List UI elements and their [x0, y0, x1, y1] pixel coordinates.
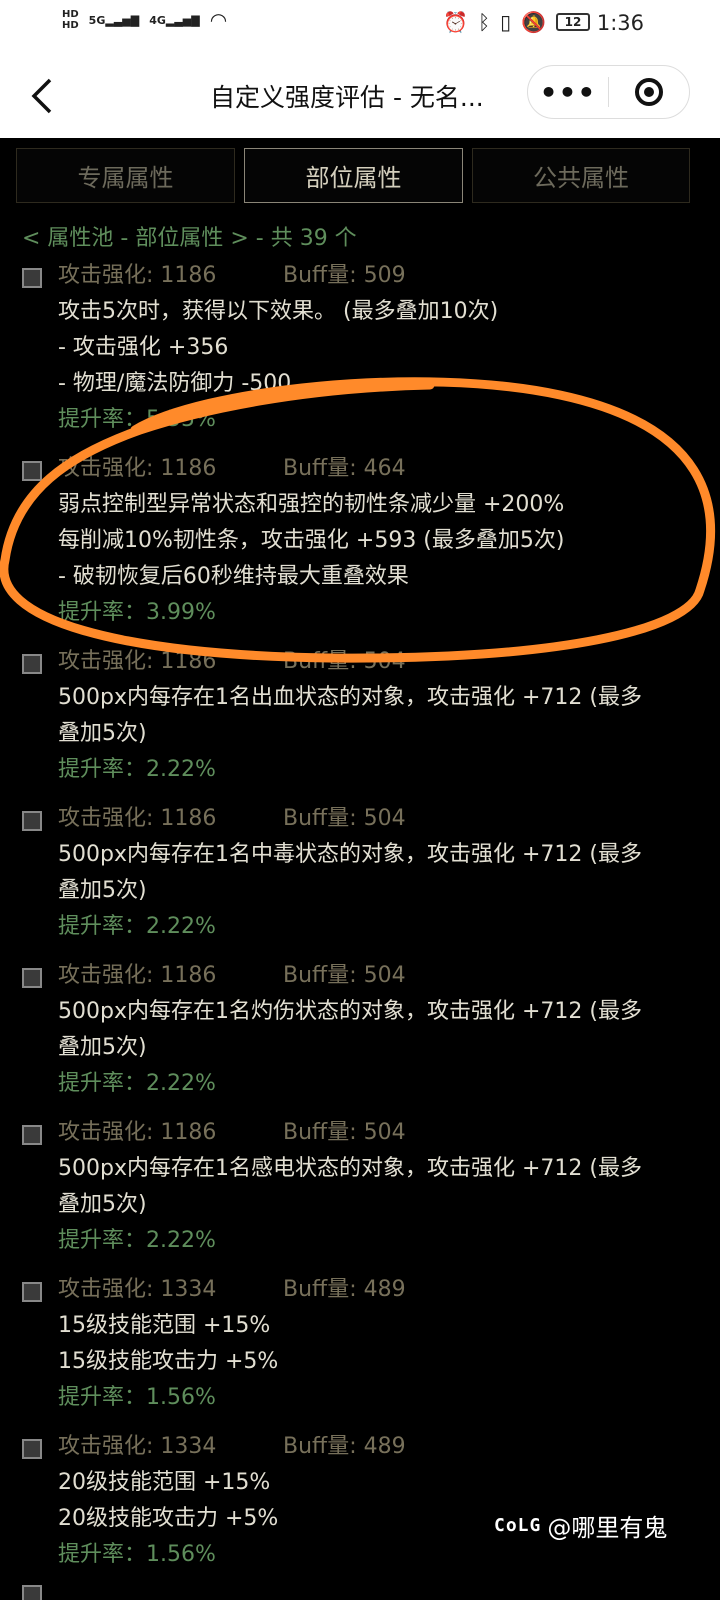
- next-item-checkbox[interactable]: [22, 1585, 42, 1600]
- network-indicators: HD HD 5G▂▃▅▇ 4G▂▃▅▇ ◠: [62, 8, 227, 32]
- page-title: 自定义强度评估 - 无名...: [210, 83, 484, 112]
- improvement-rate: 提升率：1.56%: [58, 1385, 216, 1410]
- effect-line: 20级技能范围 +15%: [58, 1470, 271, 1495]
- improvement-rate: 提升率：3.99%: [58, 600, 216, 625]
- item-stats: 攻击强化: 1186 Buff量: 504: [58, 1119, 702, 1151]
- select-checkbox[interactable]: [22, 811, 42, 831]
- close-mini-program-button[interactable]: [609, 78, 689, 106]
- effect-line: 叠加5次): [58, 1192, 147, 1217]
- attack-value: 攻击强化: 1334: [58, 1277, 217, 1302]
- improvement-rate: 提升率：5.55%: [58, 407, 216, 432]
- top-bar: HD HD 5G▂▃▅▇ 4G▂▃▅▇ ◠ ⏰ ᛒ ▯ 🔕 12 1:36 自定义…: [0, 0, 720, 138]
- attribute-list: 攻击强化: 1186 Buff量: 509 攻击5次时，获得以下效果。 (最多叠加1…: [0, 262, 720, 1590]
- back-arrow-icon[interactable]: [28, 76, 68, 116]
- attribute-pool-header[interactable]: < 属性池 - 部位属性 > - 共 39 个: [22, 220, 357, 252]
- effect-line: - 破韧恢复后60秒维持最大重叠效果: [58, 564, 409, 589]
- watermark: CoLG @哪里有鬼: [494, 1508, 667, 1543]
- mini-program-capsule: •••: [527, 65, 690, 119]
- attack-value: 攻击强化: 1186: [58, 806, 217, 831]
- item-stats: 攻击强化: 1186 Buff量: 504: [58, 962, 702, 994]
- attribute-item[interactable]: 攻击强化: 1186 Buff量: 504 500px内每存在1名中毒状态的对象，攻…: [0, 805, 720, 945]
- effect-line: - 物理/魔法防御力 -500: [58, 371, 292, 396]
- select-checkbox[interactable]: [22, 968, 42, 988]
- buff-value: Buff量: 509: [283, 263, 406, 288]
- buff-value: Buff量: 504: [283, 649, 406, 674]
- select-checkbox[interactable]: [22, 268, 42, 288]
- effect-line: 15级技能攻击力 +5%: [58, 1349, 279, 1374]
- effect-line: 叠加5次): [58, 878, 147, 903]
- bluetooth-icon: ᛒ: [478, 10, 491, 34]
- improvement-rate: 提升率：2.22%: [58, 1228, 216, 1253]
- attribute-tabs: 专属属性 部位属性 公共属性: [16, 148, 704, 204]
- improvement-rate: 提升率：2.22%: [58, 914, 216, 939]
- attack-value: 攻击强化: 1186: [58, 456, 217, 481]
- attack-value: 攻击强化: 1186: [58, 963, 217, 988]
- vibrate-icon: ▯: [500, 10, 512, 34]
- signal-5g-icon: 5G▂▃▅▇: [88, 13, 140, 27]
- signal-4g-icon: 4G▂▃▅▇: [149, 13, 200, 27]
- improvement-rate: 提升率：2.22%: [58, 1071, 216, 1096]
- more-icon[interactable]: •••: [528, 76, 608, 109]
- target-dot: [644, 87, 654, 97]
- item-stats: 攻击强化: 1186 Buff量: 504: [58, 805, 702, 837]
- hd-icon: HD HD: [62, 9, 79, 31]
- buff-value: Buff量: 504: [283, 806, 406, 831]
- tab-public[interactable]: 公共属性: [472, 148, 690, 203]
- buff-value: Buff量: 489: [283, 1277, 406, 1302]
- effect-line: 叠加5次): [58, 721, 147, 746]
- clock: 1:36: [596, 11, 644, 35]
- effect-line: 500px内每存在1名灼伤状态的对象，攻击强化 +712 (最多: [58, 999, 642, 1024]
- attribute-item[interactable]: 攻击强化: 1186 Buff量: 504 500px内每存在1名出血状态的对象，攻…: [0, 648, 720, 788]
- buff-value: Buff量: 489: [283, 1434, 406, 1459]
- wifi-icon: ◠: [209, 8, 228, 32]
- mute-icon: 🔕: [521, 10, 546, 34]
- effect-line: 500px内每存在1名出血状态的对象，攻击强化 +712 (最多: [58, 685, 642, 710]
- select-checkbox[interactable]: [22, 1282, 42, 1302]
- item-stats: 攻击强化: 1186 Buff量: 464: [58, 455, 702, 487]
- select-checkbox[interactable]: [22, 654, 42, 674]
- back-arrow-svg: [31, 78, 52, 114]
- attribute-item[interactable]: 攻击强化: 1186 Buff量: 504 500px内每存在1名感电状态的对象，攻…: [0, 1119, 720, 1259]
- app-bar: 自定义强度评估 - 无名... •••: [0, 62, 720, 132]
- effect-line: - 攻击强化 +356: [58, 335, 229, 360]
- effect-line: 500px内每存在1名中毒状态的对象，攻击强化 +712 (最多: [58, 842, 642, 867]
- item-stats: 攻击强化: 1186 Buff量: 509: [58, 262, 702, 294]
- item-stats: 攻击强化: 1334 Buff量: 489: [58, 1276, 702, 1308]
- item-stats: 攻击强化: 1186 Buff量: 504: [58, 648, 702, 680]
- buff-value: Buff量: 464: [283, 456, 406, 481]
- tab-exclusive[interactable]: 专属属性: [16, 148, 235, 203]
- buff-value: Buff量: 504: [283, 1120, 406, 1145]
- attribute-item[interactable]: 攻击强化: 1186 Buff量: 504 500px内每存在1名灼伤状态的对象，攻…: [0, 962, 720, 1102]
- effect-line: 攻击5次时，获得以下效果。 (最多叠加10次): [58, 299, 499, 324]
- improvement-rate: 提升率：2.22%: [58, 757, 216, 782]
- attribute-item[interactable]: 攻击强化: 1334 Buff量: 489 15级技能范围 +15% 15级技能攻击力…: [0, 1276, 720, 1416]
- attribute-item[interactable]: 攻击强化: 1186 Buff量: 509 攻击5次时，获得以下效果。 (最多叠加1…: [0, 262, 720, 438]
- item-stats: 攻击强化: 1334 Buff量: 489: [58, 1433, 702, 1465]
- effect-line: 叠加5次): [58, 1035, 147, 1060]
- effect-line: 弱点控制型异常状态和强控的韧性条减少量 +200%: [58, 492, 565, 517]
- attack-value: 攻击强化: 1186: [58, 263, 217, 288]
- status-bar: HD HD 5G▂▃▅▇ 4G▂▃▅▇ ◠ ⏰ ᛒ ▯ 🔕 12 1:36: [0, 0, 720, 48]
- effect-line: 每削减10%韧性条，攻击强化 +593 (最多叠加5次): [58, 528, 565, 553]
- colg-logo: CoLG: [494, 1515, 542, 1536]
- tab-part[interactable]: 部位属性: [244, 148, 463, 203]
- effect-line: 500px内每存在1名感电状态的对象，攻击强化 +712 (最多: [58, 1156, 642, 1181]
- select-checkbox[interactable]: [22, 1439, 42, 1459]
- attack-value: 攻击强化: 1186: [58, 649, 217, 674]
- attack-value: 攻击强化: 1186: [58, 1120, 217, 1145]
- status-icons: ⏰ ᛒ ▯ 🔕 12: [443, 10, 590, 34]
- alarm-icon: ⏰: [443, 10, 469, 34]
- target-icon: [635, 78, 663, 106]
- select-checkbox[interactable]: [22, 1125, 42, 1145]
- attribute-item[interactable]: 攻击强化: 1186 Buff量: 464 弱点控制型异常状态和强控的韧性条减少量 …: [0, 455, 720, 631]
- watermark-user: @哪里有鬼: [547, 1514, 668, 1542]
- effect-line: 15级技能范围 +15%: [58, 1313, 271, 1338]
- attribute-item[interactable]: 攻击强化: 1334 Buff量: 489 20级技能范围 +15% 20级技能攻击力…: [0, 1433, 720, 1573]
- battery-icon: 12: [556, 13, 590, 31]
- buff-value: Buff量: 504: [283, 963, 406, 988]
- select-checkbox[interactable]: [22, 461, 42, 481]
- attack-value: 攻击强化: 1334: [58, 1434, 217, 1459]
